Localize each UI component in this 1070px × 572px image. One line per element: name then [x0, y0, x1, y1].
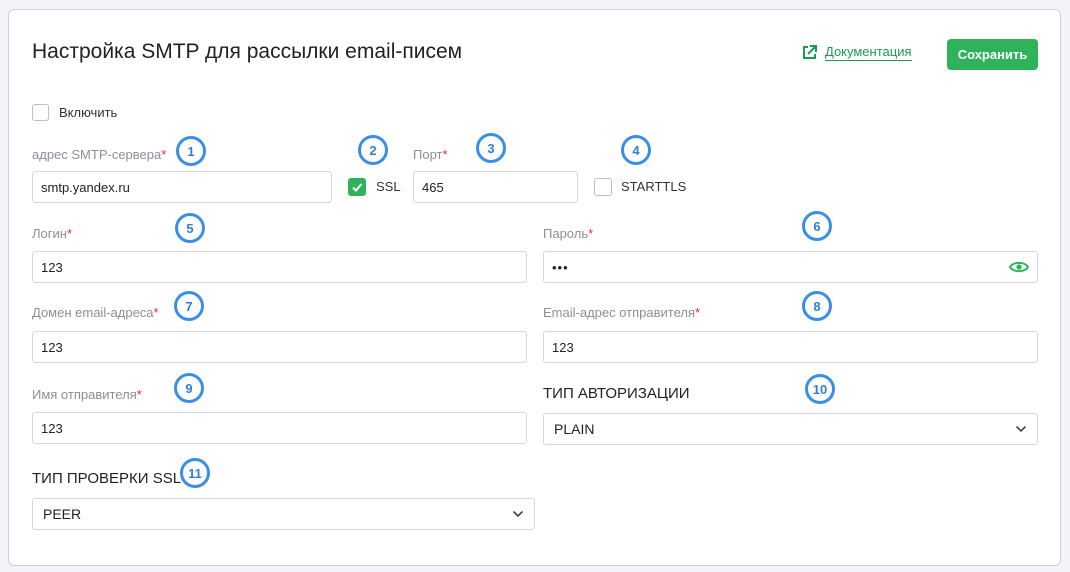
email-domain-input[interactable]: 123 — [32, 331, 527, 363]
port-label-text: Порт — [413, 147, 443, 162]
required-mark: * — [161, 147, 167, 162]
chevron-down-icon — [1015, 425, 1027, 433]
ssl-label: SSL — [376, 179, 401, 194]
annotation-badge-3: 3 — [476, 133, 506, 163]
password-input[interactable]: ••• — [543, 251, 1038, 283]
chevron-down-icon — [512, 510, 524, 518]
auth-type-label: ТИП АВТОРИЗАЦИИ — [543, 385, 690, 402]
auth-type-select[interactable]: PLAIN — [543, 413, 1038, 445]
annotation-badge-6: 6 — [802, 211, 832, 241]
sender-name-label-text: Имя отправителя — [32, 387, 137, 402]
password-value: ••• — [552, 259, 569, 275]
smtp-server-label-text: адрес SMTP-сервера — [32, 147, 162, 162]
annotation-badge-11: 11 — [180, 458, 210, 488]
required-mark: * — [66, 226, 73, 241]
annotation-badge-7: 7 — [174, 291, 204, 321]
sender-email-input[interactable]: 123 — [543, 331, 1038, 363]
ssl-checkbox[interactable] — [348, 178, 366, 196]
annotation-badge-9: 9 — [174, 373, 204, 403]
sender-email-label: Email-адрес отправителя* — [543, 305, 700, 320]
starttls-checkbox[interactable] — [594, 178, 612, 196]
documentation-link-label: Документация — [825, 44, 912, 61]
port-input[interactable]: 465 — [413, 171, 578, 203]
save-button[interactable]: Сохранить — [947, 39, 1038, 70]
sender-email-label-text: Email-адрес отправителя — [543, 305, 696, 320]
ssl-verify-select[interactable]: PEER — [32, 498, 535, 530]
sender-name-input[interactable]: 123 — [32, 412, 527, 444]
auth-type-value: PLAIN — [554, 421, 595, 437]
login-label-text: Логин — [32, 226, 67, 241]
annotation-badge-4: 4 — [621, 135, 651, 165]
required-mark: * — [588, 226, 594, 241]
login-input[interactable]: 123 — [32, 251, 527, 283]
email-domain-label-text: Домен email-адреса — [32, 305, 154, 320]
email-domain-label: Домен email-адреса* — [32, 305, 159, 320]
required-mark: * — [136, 387, 142, 402]
annotation-badge-2: 2 — [358, 135, 388, 165]
annotation-badge-5: 5 — [175, 213, 205, 243]
starttls-label: STARTTLS — [621, 179, 687, 194]
ssl-verify-label: ТИП ПРОВЕРКИ SSL — [32, 470, 182, 487]
enable-label: Включить — [59, 105, 118, 120]
required-mark: * — [153, 305, 159, 320]
password-label-text: Пароль — [543, 226, 589, 241]
annotation-badge-10: 10 — [805, 374, 835, 404]
ssl-verify-value: PEER — [43, 506, 82, 522]
sender-name-label: Имя отправителя* — [32, 387, 142, 402]
smtp-server-input[interactable]: smtp.yandex.ru — [32, 171, 332, 203]
documentation-link[interactable]: Документация — [801, 44, 912, 61]
smtp-server-label: адрес SMTP-сервера* — [32, 147, 166, 162]
eye-icon[interactable] — [1009, 260, 1029, 274]
annotation-badge-1: 1 — [176, 136, 206, 166]
annotation-badge-8: 8 — [802, 291, 832, 321]
password-label: Пароль* — [543, 226, 593, 241]
port-label: Порт* — [413, 147, 448, 162]
external-link-icon — [803, 45, 817, 59]
checkmark-icon — [352, 183, 363, 192]
login-label: Логин* — [32, 226, 72, 241]
enable-checkbox[interactable] — [32, 104, 49, 121]
required-mark: * — [442, 147, 448, 162]
required-mark: * — [695, 305, 701, 320]
page-title: Настройка SMTP для рассылки email-писем — [32, 40, 463, 63]
